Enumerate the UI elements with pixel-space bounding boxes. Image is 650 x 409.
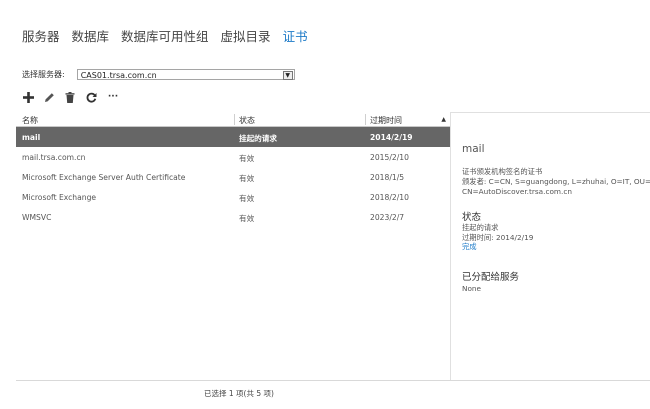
cell-name: mail.trsa.com.cn bbox=[22, 153, 86, 162]
table-row[interactable]: Microsoft Exchange Server Auth Certifica… bbox=[16, 167, 450, 187]
server-select-value: CAS01.trsa.com.cn bbox=[80, 71, 157, 80]
plus-icon[interactable] bbox=[22, 91, 34, 103]
status-heading: 状态 bbox=[462, 212, 482, 223]
column-header-name[interactable]: 名称 bbox=[22, 115, 38, 126]
status-value: 挂起的请求 bbox=[462, 223, 499, 232]
cell-expires: 2018/2/10 bbox=[370, 193, 409, 202]
details-pane: mail 证书颁发机构签名的证书 颁发者: C=CN, S=guangdong,… bbox=[450, 112, 650, 381]
dropdown-arrow-icon[interactable]: ▼ bbox=[282, 71, 293, 80]
cell-name: Microsoft Exchange bbox=[22, 193, 97, 202]
cell-status: 有效 bbox=[239, 194, 255, 203]
cell-expires: 2014/2/19 bbox=[370, 133, 413, 142]
top-tabs: 服务器 数据库 数据库可用性组 虚拟目录 证书 bbox=[22, 26, 320, 45]
tab-certificates[interactable]: 证书 bbox=[283, 26, 308, 45]
selection-status: 已选择 1 项(共 5 项) bbox=[204, 389, 274, 398]
column-header-status[interactable]: 状态 bbox=[239, 115, 255, 126]
server-selector-row: 选择服务器: CAS01.trsa.com.cn ▼ bbox=[22, 69, 295, 80]
table-row[interactable]: WMSVC 有效 2023/2/7 bbox=[16, 207, 450, 227]
details-title: mail bbox=[462, 143, 485, 155]
cell-status: 有效 bbox=[239, 214, 255, 223]
server-select[interactable]: CAS01.trsa.com.cn ▼ bbox=[76, 69, 295, 80]
grid-header: 名称 状态 过期时间 ▲ bbox=[16, 112, 450, 127]
refresh-icon[interactable] bbox=[85, 91, 97, 103]
table-row[interactable]: mail.trsa.com.cn 有效 2015/2/10 bbox=[16, 147, 450, 167]
services-value: None bbox=[462, 284, 482, 293]
cell-expires: 2015/2/10 bbox=[370, 153, 409, 162]
more-icon[interactable]: ··· bbox=[106, 91, 120, 103]
issuer-label: 证书颁发机构签名的证书 bbox=[462, 167, 543, 176]
pencil-icon[interactable] bbox=[43, 91, 55, 103]
tab-virtual-directories[interactable]: 虚拟目录 bbox=[221, 26, 271, 45]
cell-name: mail bbox=[22, 133, 41, 142]
cell-expires: 2023/2/7 bbox=[370, 213, 405, 222]
tab-servers[interactable]: 服务器 bbox=[22, 26, 60, 45]
server-selector-label: 选择服务器: bbox=[22, 70, 65, 79]
column-header-expires[interactable]: 过期时间 bbox=[370, 115, 402, 126]
toolbar: ··· bbox=[22, 91, 120, 103]
tab-databases[interactable]: 数据库 bbox=[72, 26, 110, 45]
divider bbox=[16, 380, 650, 381]
table-row[interactable]: mail 挂起的请求 2014/2/19 bbox=[16, 127, 450, 147]
certificate-grid: 名称 状态 过期时间 ▲ mail 挂起的请求 2014/2/19 mail.t… bbox=[16, 112, 450, 227]
tab-dag[interactable]: 数据库可用性组 bbox=[121, 26, 209, 45]
cell-expires: 2018/1/5 bbox=[370, 173, 405, 182]
trash-icon[interactable] bbox=[64, 91, 76, 103]
complete-link[interactable]: 完成 bbox=[462, 242, 477, 252]
sort-ascending-icon: ▲ bbox=[441, 116, 446, 123]
cell-status: 有效 bbox=[239, 174, 255, 183]
issuer-line: CN=AutoDiscover.trsa.com.cn bbox=[462, 187, 572, 196]
cell-name: WMSVC bbox=[22, 213, 52, 222]
cell-status: 挂起的请求 bbox=[239, 134, 277, 143]
cell-name: Microsoft Exchange Server Auth Certifica… bbox=[22, 173, 186, 182]
issuer-line: 颁发者: C=CN, S=guangdong, L=zhuhai, O=IT, … bbox=[462, 177, 650, 186]
table-row[interactable]: Microsoft Exchange 有效 2018/2/10 bbox=[16, 187, 450, 207]
column-separator bbox=[234, 114, 235, 125]
cell-status: 有效 bbox=[239, 154, 255, 163]
column-separator bbox=[365, 114, 366, 125]
services-heading: 已分配给服务 bbox=[462, 272, 520, 283]
